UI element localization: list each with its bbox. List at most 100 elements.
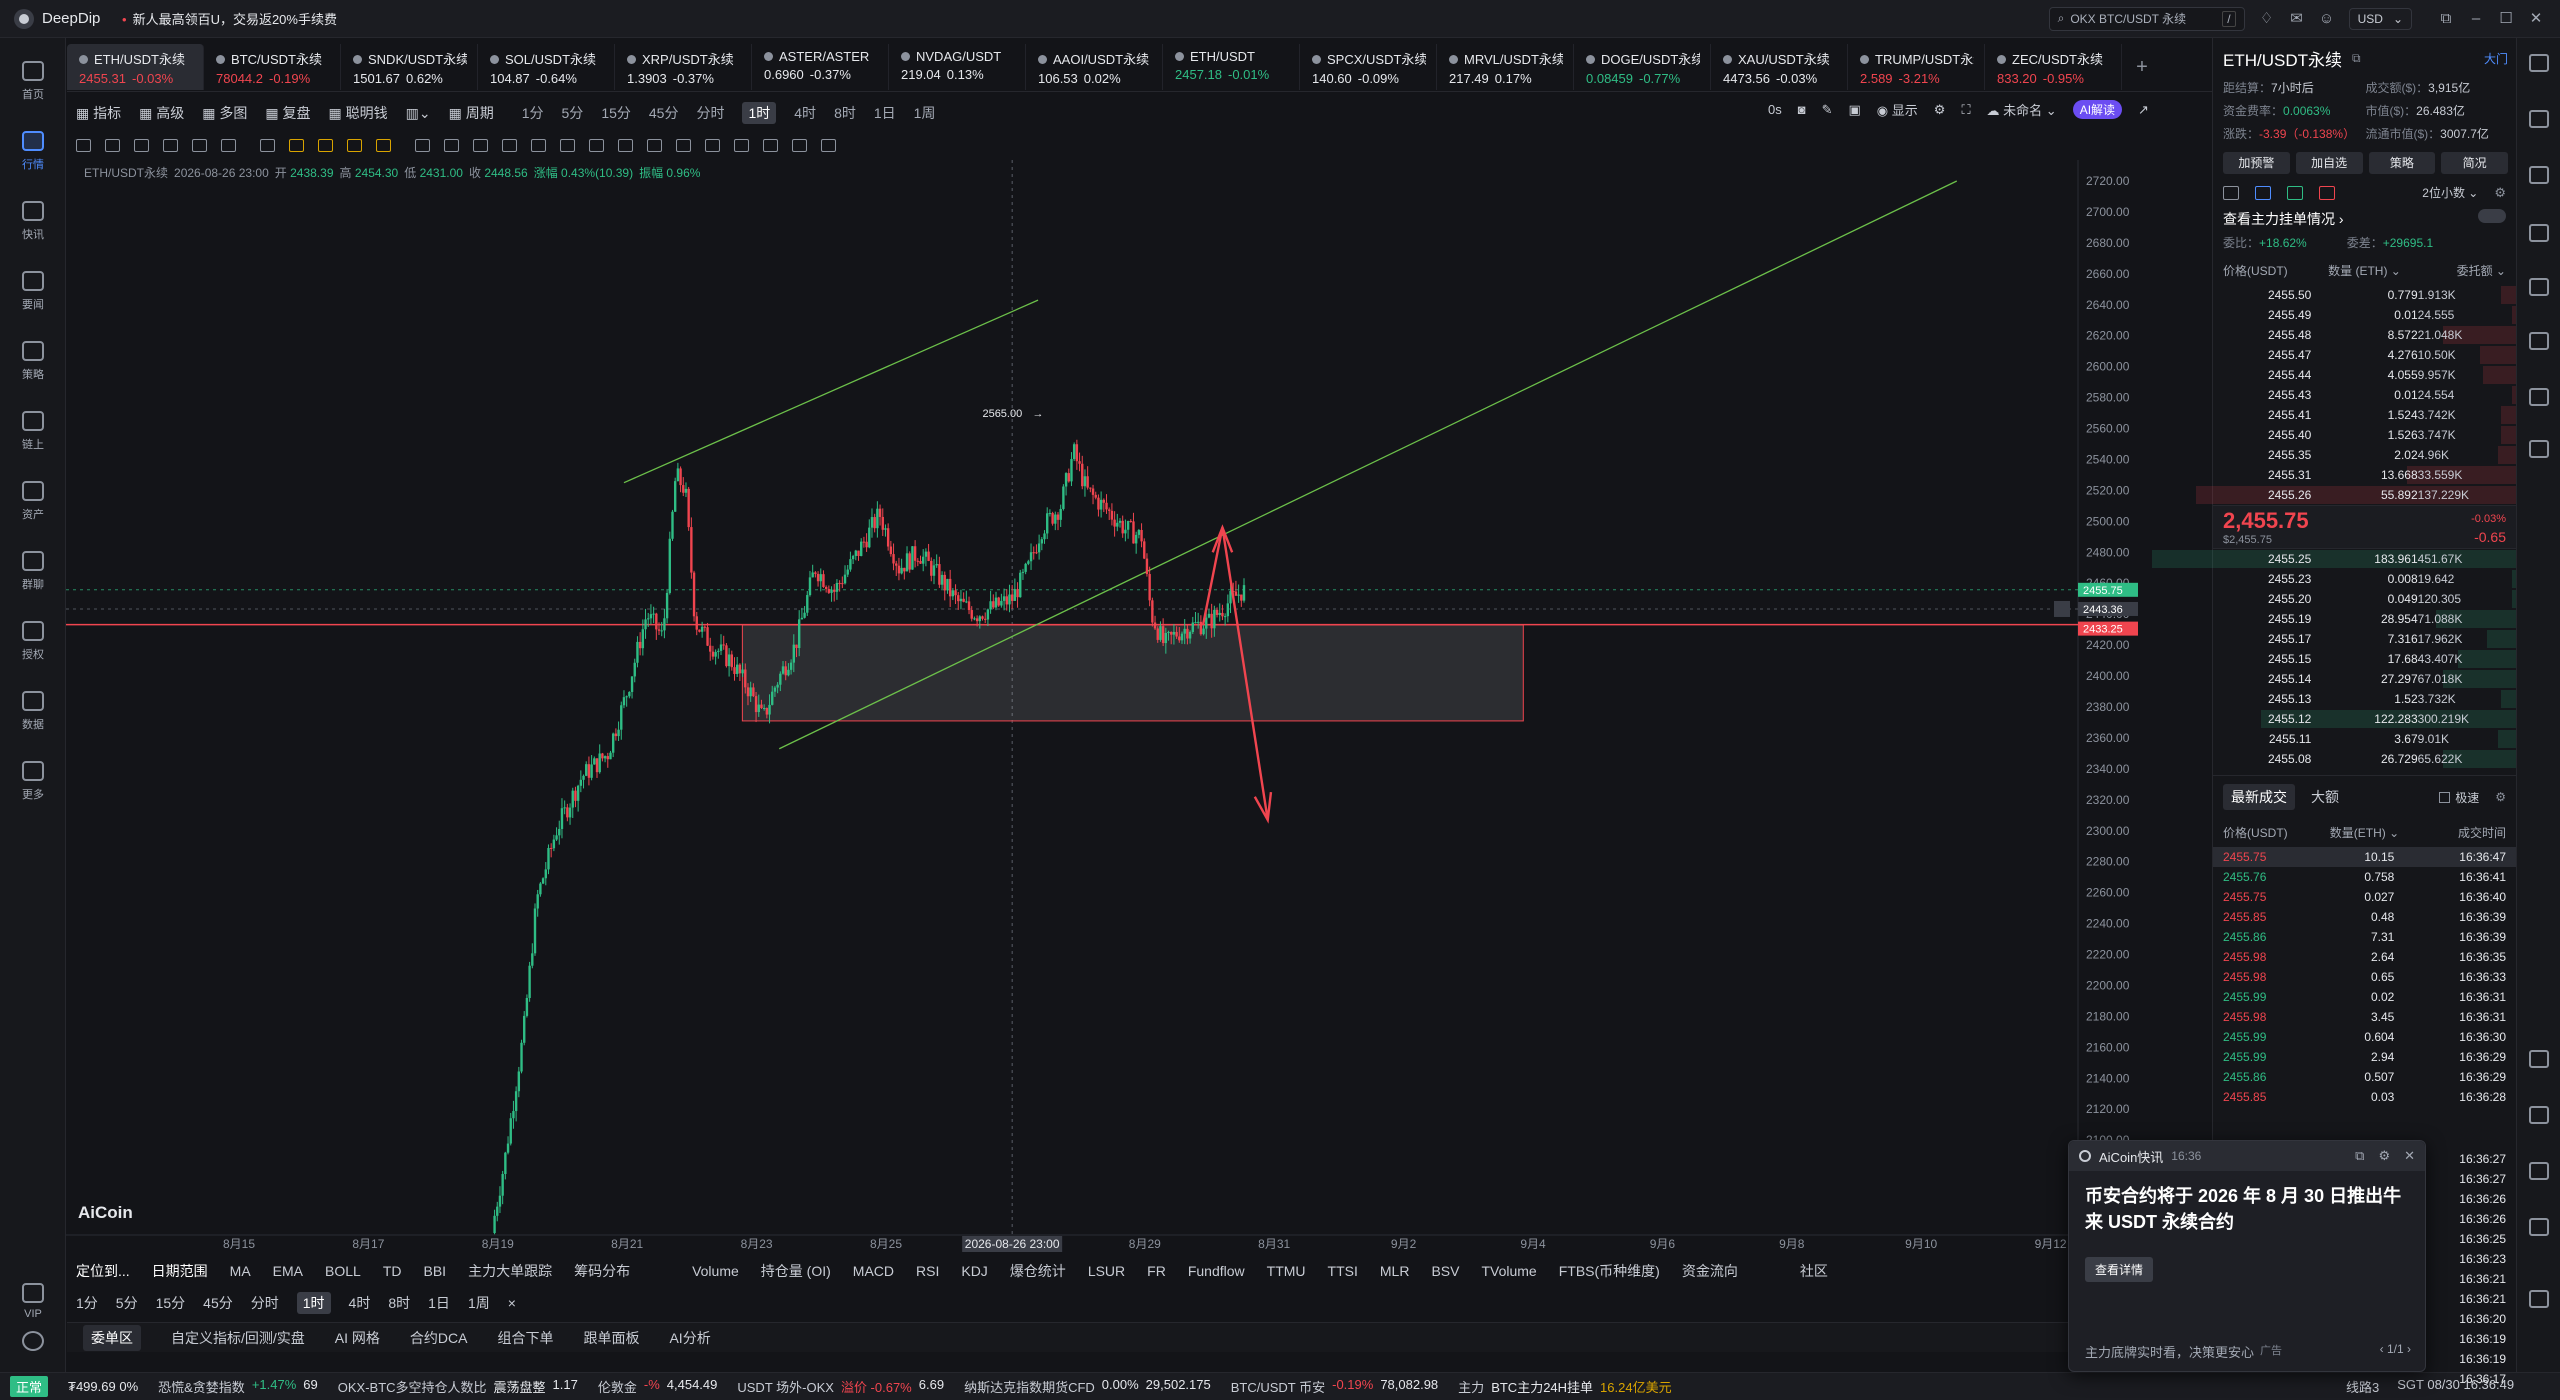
draw-tool-icon[interactable]	[473, 138, 488, 152]
nav-more[interactable]: 更多	[0, 750, 66, 812]
symbol-tab[interactable]: ETH/USDT永续 2455.31 -0.03%	[67, 44, 204, 90]
draw-tool-icon[interactable]	[318, 138, 333, 152]
filter-icon[interactable]: ⚙	[2495, 790, 2506, 804]
camera-icon[interactable]: ◙	[1798, 102, 1806, 117]
timeframe-item[interactable]: 1日	[428, 1293, 450, 1313]
draw-tool-icon[interactable]	[289, 138, 304, 152]
ob-header-qty[interactable]: 数量 (ETH) ⌄	[2317, 262, 2411, 279]
copy-icon[interactable]: ⧉	[2352, 51, 2361, 66]
bottom-tab[interactable]: 合约DCA	[410, 1328, 468, 1348]
panel-button[interactable]: 策略	[2368, 152, 2436, 174]
ask-row[interactable]: 2455.43 0.01 24.554	[2213, 385, 2516, 405]
draw-tool-icon[interactable]	[763, 138, 778, 152]
draw-tool-icon[interactable]	[347, 138, 362, 152]
draw-tool-icon[interactable]	[734, 138, 749, 152]
countdown-label[interactable]: 0s	[1768, 102, 1782, 117]
news-footer-text[interactable]: 主力底牌实时看，决策更安心	[2085, 1342, 2254, 1361]
orderbook-split-icon[interactable]	[2255, 185, 2271, 200]
draw-tool-icon[interactable]	[821, 138, 836, 152]
toolbar-replay[interactable]: ▦ 复盘	[265, 103, 310, 123]
tool-icon-13[interactable]	[2529, 1290, 2549, 1308]
interval-2[interactable]: 15分	[601, 103, 631, 123]
status-item[interactable]: 纳斯达克指数期货CFD 0.00% 29,502.175	[964, 1377, 1211, 1396]
bottom-tab[interactable]: 自定义指标/回测/实盘	[171, 1328, 305, 1348]
interval-5[interactable]: 1时	[742, 102, 777, 124]
add-tab-button[interactable]: +	[2122, 44, 2162, 91]
indicator-item[interactable]: 社区	[1800, 1261, 1828, 1281]
nav-data[interactable]: 数据	[0, 680, 66, 742]
draw-tool-icon[interactable]	[415, 138, 430, 152]
maximize-icon[interactable]: ☐	[2498, 10, 2514, 27]
bid-row[interactable]: 2455.19 28.954 71.088K	[2213, 609, 2516, 629]
nav-news[interactable]: 快讯	[0, 190, 66, 252]
ask-row[interactable]: 2455.41 1.524 3.742K	[2213, 405, 2516, 425]
nav-chain[interactable]: 链上	[0, 400, 66, 462]
bottom-tab[interactable]: AI分析	[669, 1328, 710, 1348]
tool-icon-7[interactable]	[2529, 388, 2549, 406]
draw-tool-icon[interactable]	[676, 138, 691, 152]
status-item[interactable]: 伦敦金 -% 4,454.49	[598, 1377, 718, 1396]
news-headline[interactable]: 币安合约将于 2026 年 8 月 30 日推出牛来 USDT 永续合约	[2069, 1171, 2425, 1247]
minimize-icon[interactable]: –	[2468, 10, 2484, 27]
tool-icon-11[interactable]	[2529, 1162, 2549, 1180]
tool-icon-4[interactable]	[2529, 224, 2549, 242]
bid-row[interactable]: 2455.20 0.049 120.305	[2213, 589, 2516, 609]
timeframe-item[interactable]: 1时	[296, 1292, 331, 1314]
announcement[interactable]: • 新人最高领百U，交易返20%手续费	[122, 9, 337, 28]
mail-icon[interactable]: ✉	[2289, 10, 2305, 27]
bid-row[interactable]: 2455.15 17.68 43.407K	[2213, 649, 2516, 669]
ask-row[interactable]: 2455.35 2.02 4.96K	[2213, 445, 2516, 465]
tab-large-trades[interactable]: 大额	[2311, 787, 2339, 807]
indicator-item[interactable]: BOLL	[325, 1263, 361, 1279]
bottom-tab[interactable]: 跟单面板	[583, 1328, 639, 1348]
indicator-item[interactable]: Fundflow	[1188, 1263, 1245, 1279]
status-item[interactable]: 恐慌&贪婪指数 +1.47% 69	[158, 1377, 318, 1396]
panel-button[interactable]: 加自选	[2295, 152, 2363, 174]
bid-row[interactable]: 2455.11 3.67 9.01K	[2213, 729, 2516, 749]
trades-header-qty[interactable]: 数量(ETH) ⌄	[2317, 824, 2411, 841]
indicator-item[interactable]: TTSI	[1328, 1263, 1358, 1279]
settings-icon[interactable]: ⚙	[1934, 102, 1946, 118]
draw-tool-icon[interactable]	[221, 138, 236, 152]
symbol-tab[interactable]: DOGE/USDT永续 0.08459 -0.77%	[1574, 44, 1711, 90]
ask-row[interactable]: 2455.49 0.01 24.555	[2213, 305, 2516, 325]
bid-row[interactable]: 2455.12 122.283 300.219K	[2213, 709, 2516, 729]
indicator-item[interactable]: MACD	[853, 1263, 894, 1279]
nav-chart[interactable]: 行情	[0, 120, 66, 182]
symbol-tab[interactable]: NVDAG/USDT 219.04 0.13%	[889, 44, 1026, 90]
balance[interactable]: ₮499.69 0%	[68, 1379, 138, 1394]
symbol-tab[interactable]: ASTER/ASTER 0.6960 -0.37%	[752, 44, 889, 90]
fullscreen-icon[interactable]: ⛶	[1961, 102, 1970, 118]
orderbook-asks-icon[interactable]	[2319, 185, 2335, 200]
template-select[interactable]: ☁ 未命名 ⌄	[1987, 100, 2057, 119]
interval-4[interactable]: 分时	[696, 103, 724, 123]
tool-icon-1[interactable]	[2529, 54, 2549, 72]
tool-icon-10[interactable]	[2529, 1106, 2549, 1124]
toolbar-indicator[interactable]: ▦ 指标	[76, 103, 121, 123]
display-toggle[interactable]: ◉ 显示	[1877, 100, 1918, 119]
draw-tool-icon[interactable]	[618, 138, 633, 152]
bid-row[interactable]: 2455.25 183.961 451.67K	[2152, 549, 2516, 569]
ask-row[interactable]: 2455.26 55.892 137.229K	[2196, 485, 2516, 505]
ob-header-amount[interactable]: 委托额 ⌄	[2412, 262, 2506, 279]
symbol-tab[interactable]: SPCX/USDT永续 140.60 -0.09%	[1300, 44, 1437, 90]
indicator-item[interactable]: 日期范围	[152, 1261, 208, 1281]
close-icon[interactable]: ✕	[2528, 10, 2544, 27]
symbol-tab[interactable]: XRP/USDT永续 1.3903 -0.37%	[615, 44, 752, 90]
settings-icon[interactable]: ⚙	[2378, 1148, 2390, 1164]
status-item[interactable]: OKX-BTC多空持仓人数比 震荡盘整 1.17	[338, 1377, 578, 1396]
nav-chat[interactable]: 群聊	[0, 540, 66, 602]
symbol-tab[interactable]: BTC/USDT永续 78044.2 -0.19%	[204, 44, 341, 90]
bid-row[interactable]: 2455.17 7.316 17.962K	[2213, 629, 2516, 649]
currency-select[interactable]: USD ⌄	[2348, 7, 2412, 30]
draw-tool-icon[interactable]	[705, 138, 720, 152]
timeframe-item[interactable]: 45分	[203, 1293, 233, 1313]
timeframe-item[interactable]: 8时	[388, 1293, 410, 1313]
mid-price-box[interactable]: 2,455.75 $2,455.75 -0.03% -0.65	[2213, 505, 2516, 549]
bid-row[interactable]: 2455.14 27.297 67.018K	[2213, 669, 2516, 689]
draw-tool-icon[interactable]	[163, 138, 178, 152]
draw-tool-icon[interactable]	[502, 138, 517, 152]
main-orders-toggle[interactable]	[2478, 209, 2506, 223]
share-icon[interactable]: ↗	[2138, 102, 2149, 118]
bid-row[interactable]: 2455.08 26.729 65.622K	[2213, 749, 2516, 769]
